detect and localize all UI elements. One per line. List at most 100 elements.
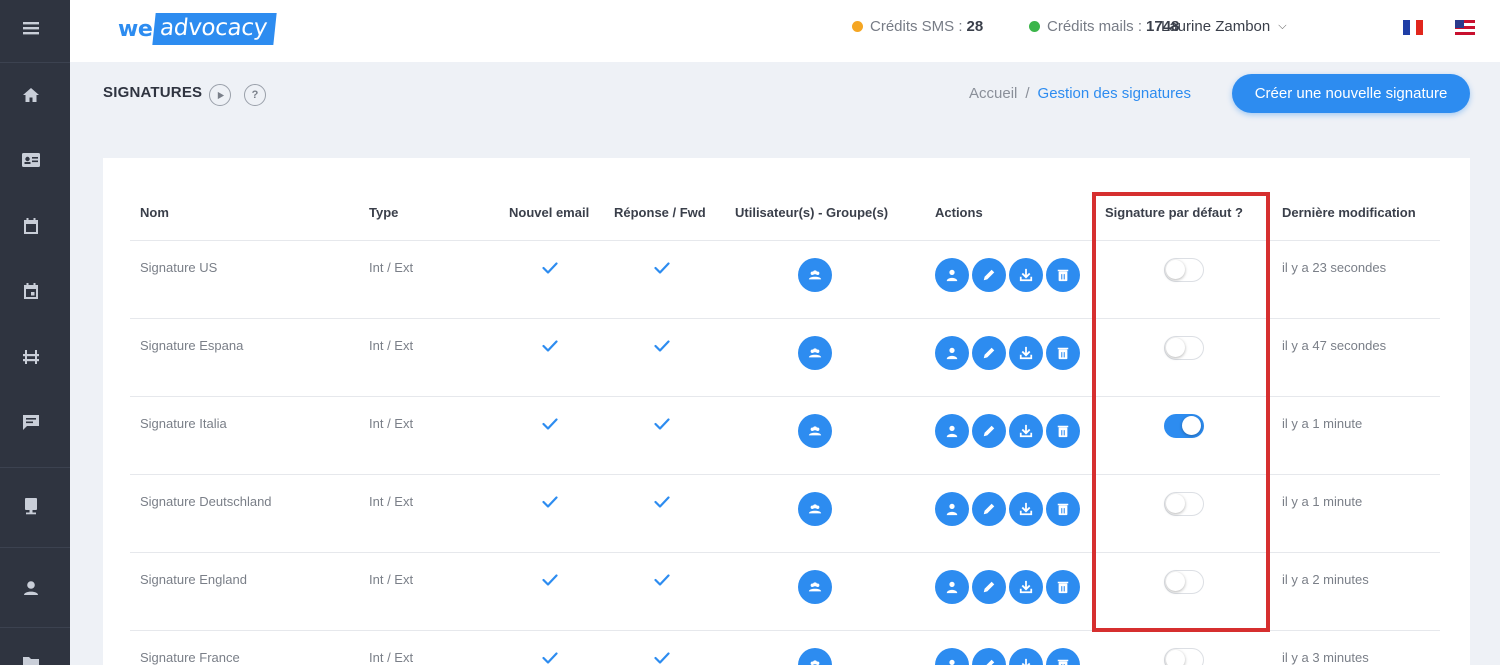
signature-name[interactable]: Signature France bbox=[140, 650, 240, 665]
edit-icon[interactable] bbox=[972, 570, 1006, 604]
sidebar bbox=[0, 0, 70, 665]
default-signature-toggle[interactable] bbox=[1164, 570, 1204, 594]
logo-word: advocacy bbox=[152, 13, 277, 45]
delete-icon[interactable] bbox=[1046, 492, 1080, 526]
edit-icon[interactable] bbox=[972, 336, 1006, 370]
new-email-check-icon bbox=[542, 339, 558, 352]
assign-user-icon[interactable] bbox=[935, 414, 969, 448]
last-modified: il y a 1 minute bbox=[1282, 494, 1363, 509]
column-header-modified: Dernière modification bbox=[1282, 205, 1416, 220]
download-icon[interactable] bbox=[1009, 492, 1043, 526]
new-email-check-icon bbox=[542, 261, 558, 274]
create-signature-button[interactable]: Créer une nouvelle signature bbox=[1232, 74, 1470, 113]
edit-icon[interactable] bbox=[972, 492, 1006, 526]
sliders-icon[interactable] bbox=[20, 346, 42, 368]
default-signature-toggle[interactable] bbox=[1164, 414, 1204, 438]
mail-credits-label: Crédits mails : bbox=[1047, 18, 1143, 35]
last-modified: il y a 3 minutes bbox=[1282, 650, 1369, 665]
users-groups-icon[interactable] bbox=[798, 258, 832, 292]
default-signature-toggle[interactable] bbox=[1164, 258, 1204, 282]
signature-name[interactable]: Signature Espana bbox=[140, 338, 243, 353]
column-header-default: Signature par défaut ? bbox=[1105, 205, 1243, 220]
reply-check-icon bbox=[654, 573, 670, 586]
new-email-check-icon bbox=[542, 573, 558, 586]
signature-type: Int / Ext bbox=[369, 338, 414, 353]
help-icon[interactable]: ? bbox=[244, 84, 266, 106]
user-menu[interactable]: Laurine Zambon ⌵ bbox=[1161, 18, 1287, 35]
delete-icon[interactable] bbox=[1046, 414, 1080, 448]
assign-user-icon[interactable] bbox=[935, 258, 969, 292]
calendar-icon[interactable] bbox=[20, 215, 42, 237]
breadcrumb: Accueil / Gestion des signatures bbox=[969, 85, 1191, 102]
users-groups-icon[interactable] bbox=[798, 492, 832, 526]
signature-name[interactable]: Signature Italia bbox=[140, 416, 227, 431]
signature-type: Int / Ext bbox=[369, 260, 414, 275]
reply-check-icon bbox=[654, 417, 670, 430]
event-icon[interactable] bbox=[20, 280, 42, 302]
users-groups-icon[interactable] bbox=[798, 336, 832, 370]
toggle-knob bbox=[1166, 260, 1185, 279]
desktop-icon[interactable] bbox=[20, 495, 42, 517]
toggle-knob bbox=[1166, 494, 1185, 513]
delete-icon[interactable] bbox=[1046, 258, 1080, 292]
signature-name[interactable]: Signature Deutschland bbox=[140, 494, 272, 509]
signature-type: Int / Ext bbox=[369, 650, 414, 665]
toggle-knob bbox=[1182, 416, 1201, 435]
flag-us-icon[interactable] bbox=[1455, 20, 1475, 35]
toggle-knob bbox=[1166, 338, 1185, 357]
sidebar-divider bbox=[0, 467, 70, 468]
column-header-reply: Réponse / Fwd bbox=[614, 205, 706, 220]
breadcrumb-separator: / bbox=[1025, 85, 1030, 102]
default-signature-toggle[interactable] bbox=[1164, 492, 1204, 516]
new-email-check-icon bbox=[542, 495, 558, 508]
users-groups-icon[interactable] bbox=[798, 414, 832, 448]
delete-icon[interactable] bbox=[1046, 336, 1080, 370]
download-icon[interactable] bbox=[1009, 414, 1043, 448]
signature-name[interactable]: Signature US bbox=[140, 260, 217, 275]
folder-icon[interactable] bbox=[20, 652, 42, 665]
menu-icon[interactable] bbox=[20, 17, 42, 39]
breadcrumb-current: Gestion des signatures bbox=[1037, 85, 1191, 102]
assign-user-icon[interactable] bbox=[935, 336, 969, 370]
download-icon[interactable] bbox=[1009, 336, 1043, 370]
column-header-users: Utilisateur(s) - Groupe(s) bbox=[735, 205, 889, 220]
logo[interactable]: we advocacy bbox=[118, 10, 277, 48]
delete-icon[interactable] bbox=[1046, 570, 1080, 604]
default-signature-toggle[interactable] bbox=[1164, 648, 1204, 665]
user-icon[interactable] bbox=[20, 577, 42, 599]
play-video-icon[interactable] bbox=[209, 84, 231, 106]
new-email-check-icon bbox=[542, 417, 558, 430]
edit-icon[interactable] bbox=[972, 414, 1006, 448]
last-modified: il y a 2 minutes bbox=[1282, 572, 1369, 587]
signatures-table-card bbox=[103, 158, 1470, 665]
column-header-name: Nom bbox=[140, 205, 169, 220]
column-header-type: Type bbox=[369, 205, 399, 220]
default-signature-toggle[interactable] bbox=[1164, 336, 1204, 360]
download-icon[interactable] bbox=[1009, 258, 1043, 292]
row-divider bbox=[130, 396, 1440, 397]
download-icon[interactable] bbox=[1009, 570, 1043, 604]
column-header-new-email: Nouvel email bbox=[509, 205, 590, 220]
breadcrumb-home[interactable]: Accueil bbox=[969, 85, 1017, 102]
chat-icon[interactable] bbox=[20, 411, 42, 433]
home-icon[interactable] bbox=[20, 84, 42, 106]
logo-we: we bbox=[118, 16, 153, 42]
edit-icon[interactable] bbox=[972, 258, 1006, 292]
user-name: Laurine Zambon bbox=[1161, 18, 1271, 35]
sms-credits: Crédits SMS : 28 bbox=[852, 18, 983, 35]
reply-check-icon bbox=[654, 261, 670, 274]
row-divider bbox=[130, 474, 1440, 475]
row-divider bbox=[130, 552, 1440, 553]
page-title: SIGNATURES bbox=[103, 84, 203, 101]
sms-credits-value: 28 bbox=[966, 18, 984, 35]
mail-status-dot bbox=[1029, 21, 1040, 32]
reply-check-icon bbox=[654, 651, 670, 664]
signature-name[interactable]: Signature England bbox=[140, 572, 247, 587]
contact-card-icon[interactable] bbox=[20, 149, 42, 171]
flag-fr-icon[interactable] bbox=[1403, 20, 1423, 35]
assign-user-icon[interactable] bbox=[935, 492, 969, 526]
chevron-down-icon: ⌵ bbox=[1278, 20, 1287, 32]
assign-user-icon[interactable] bbox=[935, 570, 969, 604]
users-groups-icon[interactable] bbox=[798, 570, 832, 604]
signature-type: Int / Ext bbox=[369, 572, 414, 587]
